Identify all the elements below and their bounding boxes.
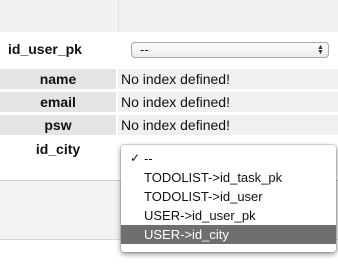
dropdown-option-label: -- <box>144 151 153 166</box>
field-row-name: name No index defined! <box>0 68 338 90</box>
dropdown-option[interactable]: TODOLIST->id_task_pk <box>121 168 336 187</box>
field-value-email: No index defined! <box>118 92 338 112</box>
field-value-psw: No index defined! <box>118 115 338 135</box>
field-label-id-user-pk: id_user_pk <box>8 41 82 57</box>
field-label-id-city: id_city <box>35 141 81 157</box>
table-header-strip <box>0 0 338 32</box>
field-row-psw: psw No index defined! <box>0 114 338 136</box>
dropdown-option-label: TODOLIST->id_user <box>144 189 263 204</box>
dropdown-option[interactable]: TODOLIST->id_user <box>121 187 336 206</box>
relation-dropdown-menu-id-city[interactable]: ✓ -- TODOLIST->id_task_pk TODOLIST->id_u… <box>121 145 336 252</box>
relation-select-id-user-pk[interactable]: -- ▲ ▼ <box>131 42 329 58</box>
dropdown-option-highlighted[interactable]: USER->id_city <box>121 225 336 244</box>
dropdown-option[interactable]: USER->id_user_pk <box>121 206 336 225</box>
header-divider <box>118 0 119 32</box>
dropdown-option-label: USER->id_city <box>144 227 229 242</box>
field-label-name: name <box>0 69 116 89</box>
field-value-name: No index defined! <box>118 69 338 89</box>
field-label-email: email <box>0 92 116 112</box>
dropdown-option-label: USER->id_user_pk <box>144 208 256 223</box>
relation-view-panel: id_user_pk -- ▲ ▼ name No index defined! … <box>0 0 338 278</box>
field-label-psw: psw <box>0 115 116 135</box>
checkmark-icon: ✓ <box>130 151 141 165</box>
dropdown-option[interactable]: ✓ -- <box>121 149 336 168</box>
select-stepper-icon: ▲ ▼ <box>317 44 324 56</box>
select-value: -- <box>140 42 149 57</box>
field-row-email: email No index defined! <box>0 91 338 113</box>
dropdown-option-label: TODOLIST->id_task_pk <box>144 170 283 185</box>
